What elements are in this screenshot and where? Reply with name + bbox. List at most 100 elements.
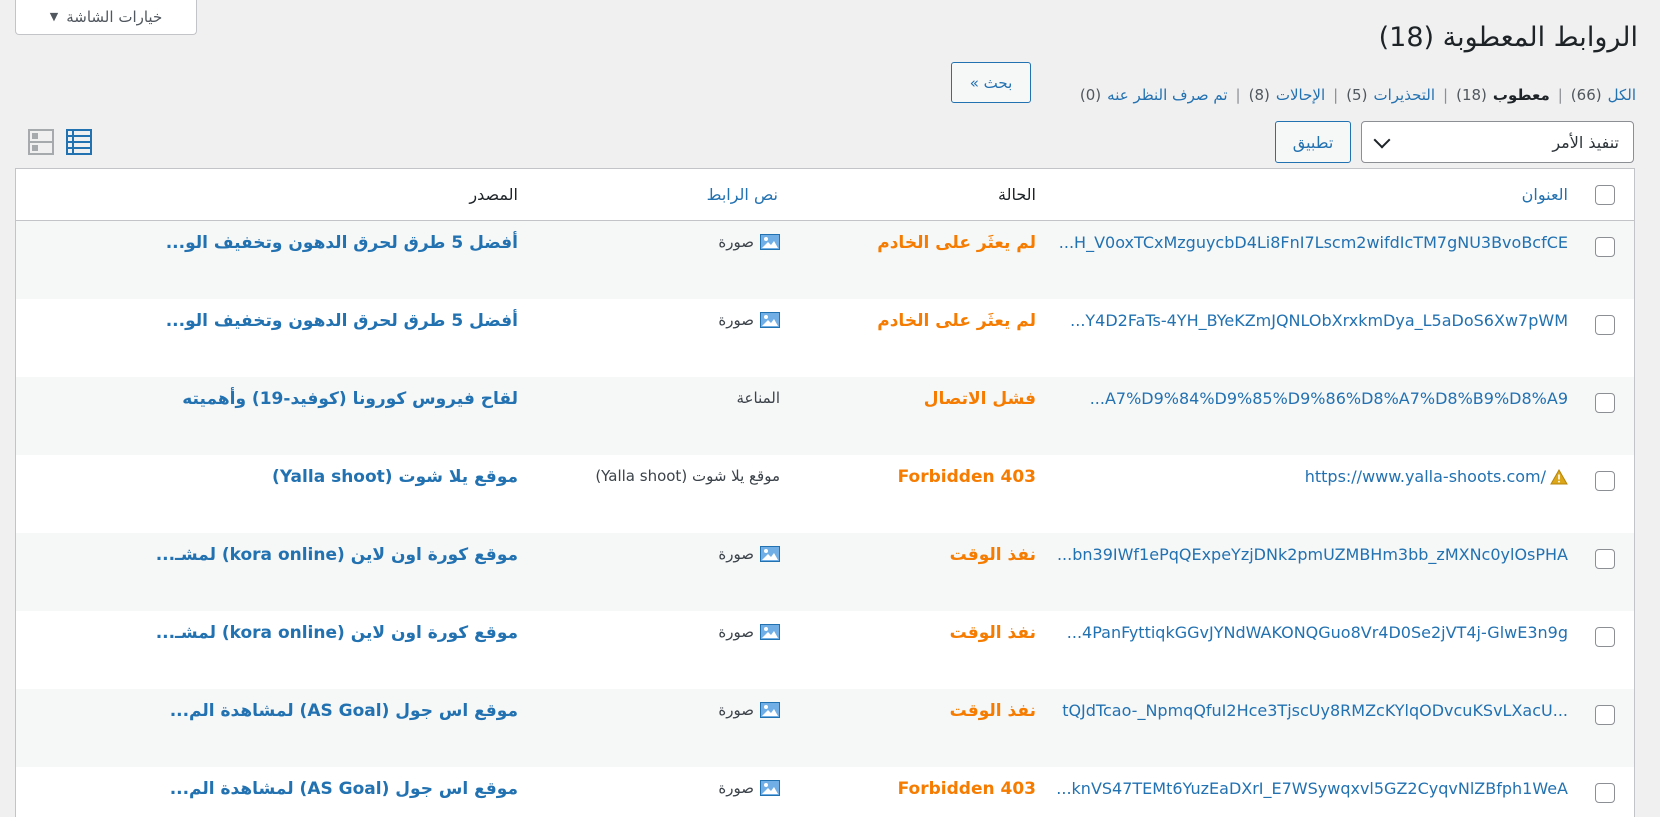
link-anchor-text: صورة (718, 701, 780, 719)
link-url-text: ...H_V0oxTCxMzguycbD4Li8FnI7Lscm2wifdIcT… (1058, 233, 1568, 252)
link-anchor-label: موقع يلا شوت (Yalla shoot) (595, 467, 780, 485)
link-anchor-label: صورة (718, 311, 754, 329)
filter-link[interactable]: الإحالات (1276, 86, 1325, 104)
column-header-source: المصدر (469, 185, 518, 204)
row-checkbox[interactable] (1595, 315, 1615, 335)
filter-separator: | (1235, 86, 1241, 104)
column-header-status: الحالة (998, 185, 1036, 204)
link-anchor-text: المناعة (737, 389, 781, 407)
link-anchor-label: صورة (718, 233, 754, 251)
chevron-down-icon (1373, 131, 1391, 148)
warning-icon (1550, 468, 1568, 485)
source-post-link[interactable]: موقع يلا شوت (Yalla shoot) (272, 467, 518, 487)
filter-link[interactable]: تم صرف النظر عنه (1107, 86, 1227, 104)
filter-link[interactable]: التحذيرات (1373, 86, 1435, 104)
link-anchor-text: موقع يلا شوت (Yalla shoot) (595, 467, 780, 485)
table-row: ...knVS47TEMt6YuzEaDXrI_E7WSywqxvl5GZ2Cy… (16, 767, 1634, 817)
select-all-checkbox[interactable] (1595, 184, 1615, 205)
image-icon (760, 702, 780, 718)
source-post-link[interactable]: موقع كورة اون لاين (kora online) لمشـ... (156, 545, 518, 565)
image-icon (760, 234, 780, 250)
link-status: فشل الاتصال (923, 389, 1036, 409)
status-filters: الكل (66) | معطوب (18) | التحذيرات (5) | الإحالات… (1080, 86, 1636, 104)
filter-link: معطوب (1492, 86, 1550, 104)
image-icon (760, 780, 780, 796)
link-status: لم يعثَر على الخادم (877, 311, 1036, 331)
filter-separator: | (1557, 86, 1563, 104)
link-anchor-text: صورة (718, 779, 780, 797)
filter-separator: | (1333, 86, 1339, 104)
screen-options-label: خيارات الشاشة (66, 7, 163, 26)
source-post-link[interactable]: موقع كورة اون لاين (kora online) لمشـ... (156, 623, 518, 643)
bulk-action-selected: تنفيذ الأمر (1552, 132, 1619, 152)
row-checkbox[interactable] (1595, 237, 1615, 257)
table-row: ...H_V0oxTCxMzguycbD4Li8FnI7Lscm2wifdIcT… (16, 221, 1634, 299)
link-url[interactable]: ...knVS47TEMt6YuzEaDXrI_E7WSywqxvl5GZ2Cy… (1056, 779, 1568, 798)
column-header-link-text[interactable]: نص الرابط (707, 185, 778, 204)
link-url-text: ...A7%D9%84%D9%85%D9%86%D8%A7%D8%B9%D8%A… (1089, 389, 1568, 408)
filter-count: (66) (1570, 86, 1602, 104)
link-url[interactable]: ...Y4D2FaTs-4YH_BYeKZmJQNLObXrxkmDya_L5a… (1070, 311, 1568, 330)
source-post-link[interactable]: أفضل 5 طرق لحرق الدهون وتخفيف الو... (166, 233, 518, 253)
link-url-text: https://www.yalla-shoots.com/ (1304, 467, 1546, 486)
table-row: tQJdTcao-_NpmqQfuI2Hce3TjscUy8RMZcKYlqOD… (16, 689, 1634, 767)
row-checkbox[interactable] (1595, 705, 1615, 725)
image-icon (760, 624, 780, 640)
link-url[interactable]: ...H_V0oxTCxMzguycbD4Li8FnI7Lscm2wifdIcT… (1059, 233, 1568, 252)
row-checkbox[interactable] (1595, 393, 1615, 413)
source-post-link[interactable]: لقاح فيروس كورونا (كوفيد-19) وأهميته (182, 389, 518, 409)
link-url-text: ...4PanFyttiqkGGvJYNdWAKONQGuo8Vr4D0Se2j… (1066, 623, 1568, 642)
link-status: نفذ الوقت (949, 545, 1036, 565)
search-button[interactable]: بحث » (951, 62, 1031, 103)
link-url[interactable]: ...4PanFyttiqkGGvJYNdWAKONQGuo8Vr4D0Se2j… (1067, 623, 1568, 642)
source-post-link[interactable]: موقع اس جول (AS Goal) لمشاهدة الم... (170, 701, 518, 721)
link-anchor-text: صورة (718, 233, 780, 251)
filter-count: (8) (1248, 86, 1270, 104)
apply-button[interactable]: تطبيق (1275, 121, 1351, 163)
column-header-title[interactable]: العنوان (1522, 185, 1568, 204)
filter-count: (5) (1346, 86, 1368, 104)
screen-options-button[interactable]: خيارات الشاشة ▼ (15, 0, 197, 35)
filter-separator: | (1443, 86, 1449, 104)
link-url[interactable]: tQJdTcao-_NpmqQfuI2Hce3TjscUy8RMZcKYlqOD… (1062, 701, 1568, 720)
link-anchor-label: صورة (718, 545, 754, 563)
caret-down-icon: ▼ (49, 10, 59, 23)
table-row: https://www.yalla-shoots.com/403 Forbidd… (16, 455, 1634, 533)
link-status: 403 Forbidden (897, 779, 1036, 799)
list-view-icon[interactable] (66, 129, 92, 155)
table-body: ...H_V0oxTCxMzguycbD4Li8FnI7Lscm2wifdIcT… (16, 221, 1634, 817)
link-anchor-label: المناعة (736, 389, 781, 407)
link-url-text: tQJdTcao-_NpmqQfuI2Hce3TjscUy8RMZcKYlqOD… (1062, 701, 1568, 720)
row-checkbox[interactable] (1595, 627, 1615, 647)
link-anchor-label: صورة (718, 779, 754, 797)
bulk-action-select[interactable]: تنفيذ الأمر (1361, 121, 1634, 163)
image-icon (760, 312, 780, 328)
row-checkbox[interactable] (1595, 549, 1615, 569)
link-url-text: ...bn39IWf1ePqQExpeYzjDNk2pmUZMBHm3bb_zM… (1056, 545, 1568, 564)
filter-link[interactable]: الكل (1608, 86, 1636, 104)
table-header: العنوان الحالة نص الرابط المصدر (16, 169, 1634, 221)
table-row: ...4PanFyttiqkGGvJYNdWAKONQGuo8Vr4D0Se2j… (16, 611, 1634, 689)
filter-count: (18) (1456, 86, 1487, 104)
link-status: نفذ الوقت (949, 623, 1036, 643)
source-post-link[interactable]: موقع اس جول (AS Goal) لمشاهدة الم... (170, 779, 518, 799)
link-anchor-text: صورة (718, 311, 780, 329)
table-row: ...bn39IWf1ePqQExpeYzjDNk2pmUZMBHm3bb_zM… (16, 533, 1634, 611)
link-url[interactable]: ...A7%D9%84%D9%85%D9%86%D8%A7%D8%B9%D8%A… (1090, 389, 1568, 408)
link-url-text: ...knVS47TEMt6YuzEaDXrI_E7WSywqxvl5GZ2Cy… (1056, 779, 1568, 798)
link-anchor-text: صورة (718, 545, 780, 563)
link-status: نفذ الوقت (949, 701, 1036, 721)
table-row: ...Y4D2FaTs-4YH_BYeKZmJQNLObXrxkmDya_L5a… (16, 299, 1634, 377)
excerpt-view-icon[interactable] (28, 129, 54, 155)
link-url-text: ...Y4D2FaTs-4YH_BYeKZmJQNLObXrxkmDya_L5a… (1070, 311, 1568, 330)
row-checkbox[interactable] (1595, 783, 1615, 803)
page-title: الروابط المعطوبة (18) (1378, 22, 1638, 53)
link-status: 403 Forbidden (897, 467, 1036, 487)
link-url[interactable]: https://www.yalla-shoots.com/ (1305, 467, 1568, 486)
table-row: ...A7%D9%84%D9%85%D9%86%D8%A7%D8%B9%D8%A… (16, 377, 1634, 455)
link-url[interactable]: ...bn39IWf1ePqQExpeYzjDNk2pmUZMBHm3bb_zM… (1057, 545, 1568, 564)
image-icon (760, 546, 780, 562)
row-checkbox[interactable] (1595, 471, 1615, 491)
link-anchor-text: صورة (718, 623, 780, 641)
source-post-link[interactable]: أفضل 5 طرق لحرق الدهون وتخفيف الو... (166, 311, 518, 331)
